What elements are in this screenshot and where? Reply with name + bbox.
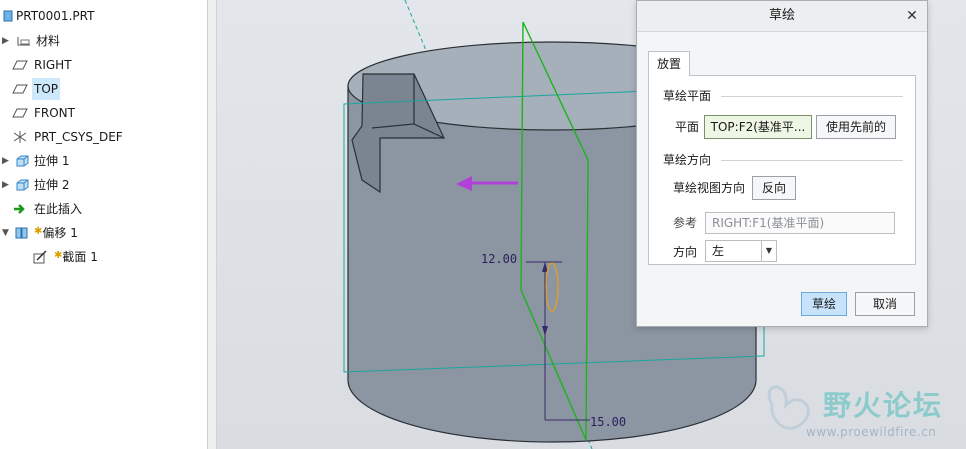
datum-plane-icon	[12, 108, 28, 118]
close-icon[interactable]: ✕	[905, 1, 919, 31]
section-sketch-icon	[33, 250, 47, 264]
dimension-label-left: 12.00	[481, 252, 518, 266]
chevron-down-icon[interactable]: ▼	[761, 241, 776, 261]
flip-button[interactable]: 反向	[752, 176, 796, 200]
watermark-logo	[767, 385, 810, 430]
tree-item-label: TOP	[32, 78, 61, 100]
group-sketch-orientation: 草绘方向	[663, 153, 712, 167]
extrude-icon	[16, 179, 29, 191]
collapse-arrow-icon[interactable]: ▼	[2, 222, 12, 244]
datum-plane-icon	[12, 84, 28, 94]
tree-item-label: FRONT	[34, 106, 75, 120]
material-icon	[17, 37, 30, 46]
tree-item-label: 在此插入	[34, 202, 83, 216]
tree-item-label: 拉伸 2	[34, 178, 70, 192]
datum-plane-icon	[12, 60, 28, 70]
tree-item-label: ✱截面 1	[52, 246, 100, 270]
group-sketch-plane: 草绘平面	[663, 89, 712, 103]
tree-item-text: 截面 1	[62, 250, 98, 264]
tree-item-label: 拉伸 1	[34, 154, 70, 168]
use-previous-button[interactable]: 使用先前的	[816, 115, 896, 139]
reference-field[interactable]: RIGHT:F1(基准平面)	[705, 212, 895, 234]
tab-placement[interactable]: 放置	[648, 51, 690, 76]
cancel-button[interactable]: 取消	[855, 292, 915, 316]
insert-arrow-icon	[14, 204, 25, 214]
part-icon	[3, 10, 13, 22]
new-feature-star-icon: ✱	[54, 250, 63, 261]
new-feature-star-icon: ✱	[34, 226, 43, 237]
tree-item-label: PRT_CSYS_DEF	[34, 130, 123, 144]
divider	[721, 96, 903, 97]
plane-selector[interactable]: TOP:F2(基准平...	[704, 115, 812, 139]
direction-label: 方向	[673, 245, 698, 259]
tree-item-text: 偏移 1	[42, 226, 78, 240]
sketch-dialog: 草绘 ✕ 放置 草绘平面 平面 TOP:F2(基准平... 使用先前的 草绘方向…	[636, 0, 928, 327]
tree-item-label: 材料	[36, 34, 61, 48]
watermark-url: www.proewildfire.cn	[806, 425, 937, 439]
tree-item-label: RIGHT	[34, 58, 72, 72]
direction-select-value: 左	[712, 244, 725, 258]
tree-item-label: ✱偏移 1	[32, 222, 80, 246]
watermark-title: 野火论坛	[823, 389, 944, 422]
plane-label: 平面	[675, 120, 700, 134]
expand-arrow-icon[interactable]: ▶	[2, 174, 12, 196]
tree-splitter[interactable]	[208, 0, 217, 449]
extrude-icon	[16, 155, 29, 167]
direction-select[interactable]: 左 ▼	[705, 240, 777, 262]
expand-arrow-icon[interactable]: ▶	[2, 30, 12, 52]
dialog-title: 草绘	[637, 1, 927, 32]
dimension-label-bottom: 15.00	[590, 415, 627, 429]
tree-root-label: PRT0001.PRT	[16, 9, 95, 23]
csys-icon	[13, 131, 27, 143]
expand-arrow-icon[interactable]: ▶	[2, 150, 12, 172]
reference-label: 参考	[673, 216, 698, 230]
placement-panel: 草绘平面 平面 TOP:F2(基准平... 使用先前的 草绘方向 草绘视图方向 …	[648, 75, 916, 265]
view-direction-label: 草绘视图方向	[673, 181, 746, 195]
model-tree: PRT0001.PRT ▶ 材料 RIGHT TOP FRONT PRT_CSY…	[0, 0, 217, 449]
offset-icon	[15, 227, 28, 239]
divider	[721, 160, 903, 161]
sketch-ok-button[interactable]: 草绘	[801, 292, 847, 316]
